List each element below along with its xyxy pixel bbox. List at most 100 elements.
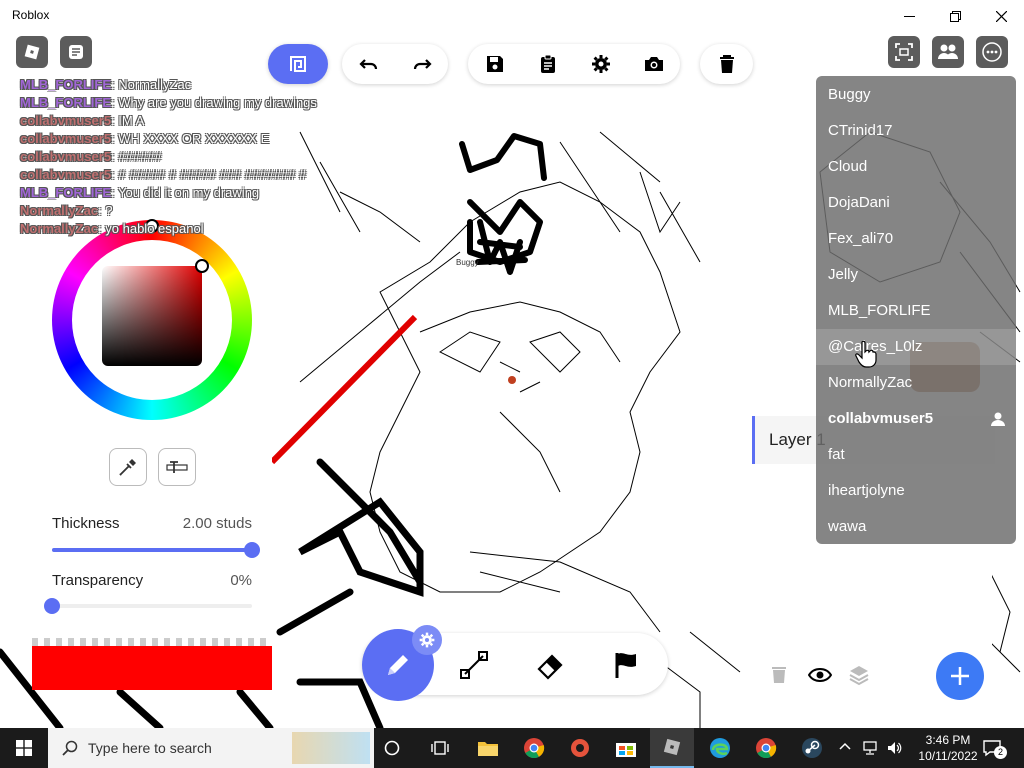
player-list-item[interactable]: CTrinid17	[816, 113, 1016, 149]
player-list-item[interactable]: DojaDani	[816, 185, 1016, 221]
taskbar-clock[interactable]: 3:46 PM 10/11/2022	[918, 732, 978, 764]
thickness-label: Thickness	[52, 515, 120, 532]
drawing-tools-bar	[362, 625, 668, 701]
folder-icon	[478, 742, 498, 756]
players-button[interactable]	[932, 36, 964, 68]
chevron-up-icon	[839, 742, 851, 750]
chrome-icon	[524, 738, 545, 759]
player-list-item[interactable]: Buggy	[816, 77, 1016, 113]
clipboard-button[interactable]	[521, 44, 574, 84]
thickness-slider[interactable]	[52, 548, 252, 552]
restore-icon	[949, 10, 961, 22]
roblox-menu-button[interactable]	[16, 36, 48, 68]
clipboard-icon	[540, 54, 555, 73]
screen-capture-button[interactable]	[888, 36, 920, 68]
redo-button[interactable]	[395, 44, 448, 84]
chat-toggle-button[interactable]	[60, 36, 92, 68]
roblox-taskbar-button[interactable]	[650, 728, 694, 768]
eyedropper-icon	[119, 459, 136, 476]
steam-button[interactable]	[790, 728, 834, 768]
thickness-slider-handle[interactable]	[244, 542, 260, 558]
task-view-icon	[431, 741, 449, 755]
capture-frame-icon	[895, 43, 913, 61]
more-options-button[interactable]	[976, 36, 1008, 68]
pencil-settings-button[interactable]	[412, 625, 442, 655]
chat-username: collabvmuser5	[20, 131, 112, 146]
clock-date: 10/11/2022	[918, 749, 978, 763]
network-button[interactable]	[862, 740, 878, 761]
merge-layers-button[interactable]	[848, 664, 870, 691]
volume-button[interactable]	[886, 740, 902, 761]
store-bag-icon	[616, 743, 636, 757]
taskbar-search-box[interactable]: Type here to search	[48, 728, 374, 768]
swatch-border	[32, 638, 272, 646]
player-name: Jelly	[828, 266, 859, 283]
delete-layer-button[interactable]	[770, 664, 788, 689]
player-list-item[interactable]: wawa	[816, 509, 1016, 545]
edge-button[interactable]	[698, 728, 742, 768]
file-explorer-button[interactable]	[466, 728, 510, 768]
clock-time: 3:46 PM	[925, 733, 971, 747]
chat-username: MLB_FORLIFE	[20, 77, 111, 92]
player-list-item[interactable]: fat	[816, 437, 1016, 473]
chrome-button[interactable]	[512, 728, 556, 768]
player-name: MLB_FORLIFE	[828, 302, 931, 319]
minimize-button[interactable]	[886, 0, 932, 32]
chat-username: MLB_FORLIFE	[20, 185, 111, 200]
trash-icon	[719, 55, 734, 73]
gear-icon	[591, 55, 610, 73]
app-icon	[571, 739, 589, 757]
current-color-swatch[interactable]	[32, 646, 272, 690]
trash-icon	[772, 667, 786, 683]
speaker-icon	[888, 742, 902, 754]
player-list-dropdown: Buggy CTrinid17 Cloud DojaDani Fex_ali70 Jell…	[816, 76, 1016, 544]
hand-cursor-icon	[855, 340, 877, 368]
search-placeholder: Type here to search	[88, 740, 212, 756]
chat-text: : # ##### # ##### ### ####### #	[111, 167, 307, 182]
transparency-slider[interactable]	[52, 604, 252, 608]
line-tool-button[interactable]	[456, 647, 492, 683]
store-button[interactable]	[604, 728, 648, 768]
close-button[interactable]	[978, 0, 1024, 32]
player-list-item[interactable]: Fex_ali70	[816, 221, 1016, 257]
screenshot-button[interactable]	[627, 44, 680, 84]
color-handle[interactable]	[195, 259, 209, 273]
text-tool-button[interactable]	[158, 448, 196, 486]
pencil-icon	[388, 655, 408, 675]
flag-tool-button[interactable]	[608, 647, 644, 683]
saturation-value-picker[interactable]	[102, 266, 202, 366]
app-button-red[interactable]	[558, 728, 602, 768]
add-layer-button[interactable]	[936, 652, 984, 700]
chat-message: MLB_FORLIFE: NormallyZac	[20, 76, 380, 94]
player-list-item[interactable]: Jelly	[816, 257, 1016, 293]
notifications-button[interactable]: 2	[982, 738, 1007, 759]
chat-message: MLB_FORLIFE: You did it on my drawing	[20, 184, 380, 202]
player-list-item[interactable]: @Caires_L0lz	[816, 329, 1016, 365]
chrome-button-2[interactable]	[744, 728, 788, 768]
settings-button[interactable]	[574, 44, 627, 84]
player-list-item[interactable]: Cloud	[816, 149, 1016, 185]
player-list-item[interactable]: MLB_FORLIFE	[816, 293, 1016, 329]
thickness-value: 2.00 studs	[182, 515, 252, 532]
player-list-item[interactable]: iheartjolyne	[816, 473, 1016, 509]
chat-message: collabvmuser5: # ##### # ##### ### #####…	[20, 166, 380, 184]
restore-button[interactable]	[932, 0, 978, 32]
player-list-item[interactable]: NormallyZac	[816, 365, 1016, 401]
cortana-button[interactable]	[370, 728, 414, 768]
transparency-slider-handle[interactable]	[44, 598, 60, 614]
save-button[interactable]	[468, 44, 521, 84]
task-view-button[interactable]	[418, 728, 462, 768]
windows-taskbar: Type here to search 3:46 PM 10/11/2022 2	[0, 728, 1024, 768]
start-button[interactable]	[2, 728, 46, 768]
show-hidden-icons-button[interactable]	[838, 740, 852, 759]
window-title: Roblox	[12, 8, 50, 22]
toggle-visibility-button[interactable]	[807, 666, 833, 689]
player-name: Buggy	[828, 86, 871, 103]
camera-icon	[644, 57, 663, 71]
player-list-item[interactable]: collabvmuser5	[816, 401, 1016, 437]
chat-text: : WH XXXX OR XXXXXX E	[111, 131, 270, 146]
window-titlebar: Roblox	[0, 0, 1024, 32]
eraser-tool-button[interactable]	[532, 647, 568, 683]
eyedropper-button[interactable]	[109, 448, 147, 486]
delete-drawing-button[interactable]	[700, 44, 753, 84]
